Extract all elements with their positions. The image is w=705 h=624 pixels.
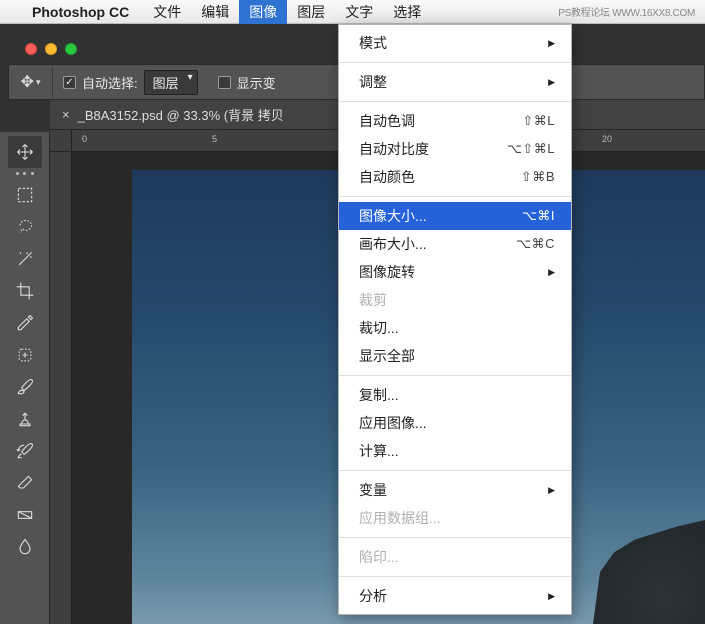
menu-separator	[339, 537, 571, 538]
menu-separator	[339, 62, 571, 63]
menu-item-label: 分析	[359, 586, 387, 606]
menu-item[interactable]: 复制...	[339, 381, 571, 409]
show-transform-checkbox[interactable]	[218, 76, 231, 89]
menu-item[interactable]: 模式	[339, 29, 571, 57]
menu-item[interactable]: 变量	[339, 476, 571, 504]
menu-separator	[339, 196, 571, 197]
menu-item-shortcut: ⇧⌘L	[522, 113, 555, 129]
healing-brush-tool[interactable]	[8, 339, 42, 371]
auto-select-dropdown[interactable]: 图层	[144, 70, 198, 95]
menu-separator	[339, 470, 571, 471]
menu-item: 陷印...	[339, 543, 571, 571]
document-tab-title[interactable]: _B8A3152.psd @ 33.3% (背景 拷贝	[78, 105, 284, 124]
menu-item[interactable]: 自动色调 ⇧⌘L	[339, 107, 571, 135]
menu-item[interactable]: 分析	[339, 582, 571, 610]
clone-stamp-tool[interactable]	[8, 403, 42, 435]
image-content	[565, 494, 705, 624]
menu-item[interactable]: 自动颜色 ⇧⌘B	[339, 163, 571, 191]
menu-item[interactable]: 图像旋转	[339, 258, 571, 286]
menu-item-label: 模式	[359, 33, 387, 53]
menu-item-label: 裁剪	[359, 290, 387, 310]
minimize-window-button[interactable]	[45, 43, 57, 55]
menu-separator	[339, 101, 571, 102]
menu-item-label: 图像旋转	[359, 262, 415, 282]
menu-item[interactable]: 画布大小... ⌥⌘C	[339, 230, 571, 258]
menu-file[interactable]: 文件	[143, 0, 191, 24]
history-brush-tool[interactable]	[8, 435, 42, 467]
menu-edit[interactable]: 编辑	[191, 0, 239, 24]
menu-separator	[339, 576, 571, 577]
show-transform-label: 显示变	[237, 73, 276, 92]
zoom-window-button[interactable]	[65, 43, 77, 55]
ruler-origin[interactable]	[50, 130, 72, 152]
menu-item-shortcut: ⌥⇧⌘L	[507, 141, 555, 157]
brush-tool[interactable]	[8, 371, 42, 403]
menu-item-label: 裁切...	[359, 318, 399, 338]
menu-separator	[339, 375, 571, 376]
crop-tool[interactable]	[8, 275, 42, 307]
menu-item[interactable]: 裁切...	[339, 314, 571, 342]
menu-item[interactable]: 计算...	[339, 437, 571, 465]
auto-select-group: ✓ 自动选择: 图层	[53, 70, 208, 95]
menu-item-shortcut: ⌥⌘C	[516, 236, 555, 252]
image-menu-dropdown: 模式调整自动色调 ⇧⌘L 自动对比度 ⌥⇧⌘L 自动颜色 ⇧⌘B 图像大小... ⌥⌘I 画布大…	[338, 24, 572, 615]
move-icon: ✥	[21, 72, 34, 92]
menu-item[interactable]: 应用图像...	[339, 409, 571, 437]
ruler-vertical[interactable]	[50, 152, 72, 624]
watermark-text: PS教程论坛 WWW.16XX8.COM	[558, 4, 695, 19]
menu-item-label: 陷印...	[359, 547, 399, 567]
lasso-tool[interactable]	[8, 211, 42, 243]
auto-select-label: 自动选择:	[82, 73, 138, 92]
menu-select[interactable]: 选择	[383, 0, 431, 24]
ruler-mark: 5	[212, 134, 217, 144]
ruler-mark: 20	[602, 134, 612, 144]
tab-close-icon[interactable]: ×	[62, 107, 70, 122]
show-transform-group: 显示变	[208, 73, 286, 92]
menu-item[interactable]: 自动对比度 ⌥⇧⌘L	[339, 135, 571, 163]
eraser-tool[interactable]	[8, 467, 42, 499]
menu-item-label: 复制...	[359, 385, 399, 405]
ruler-mark: 0	[82, 134, 87, 144]
menu-item[interactable]: 图像大小... ⌥⌘I	[339, 202, 571, 230]
auto-select-checkbox[interactable]: ✓	[63, 76, 76, 89]
menu-item: 应用数据组...	[339, 504, 571, 532]
tools-divider	[10, 168, 40, 179]
eyedropper-tool[interactable]	[8, 307, 42, 339]
move-tool[interactable]	[8, 136, 42, 168]
magic-wand-tool[interactable]	[8, 243, 42, 275]
menu-item-label: 应用图像...	[359, 413, 427, 433]
menu-item-shortcut: ⇧⌘B	[521, 169, 555, 185]
menu-item-label: 显示全部	[359, 346, 415, 366]
tools-panel	[0, 132, 50, 624]
current-tool-indicator[interactable]: ✥▾	[9, 67, 53, 97]
menu-image[interactable]: 图像	[239, 0, 287, 24]
menu-item-label: 计算...	[359, 441, 399, 461]
mac-menubar: Photoshop CC 文件 编辑 图像 图层 文字 选择 PS教程论坛 WW…	[0, 0, 705, 24]
menu-item-label: 调整	[359, 72, 387, 92]
menu-item-label: 自动色调	[359, 111, 415, 131]
menu-item-label: 自动对比度	[359, 139, 429, 159]
marquee-tool[interactable]	[8, 179, 42, 211]
menu-item: 裁剪	[339, 286, 571, 314]
menu-item-label: 自动颜色	[359, 167, 415, 187]
menu-item[interactable]: 显示全部	[339, 342, 571, 370]
close-window-button[interactable]	[25, 43, 37, 55]
menu-item-shortcut: ⌥⌘I	[522, 208, 555, 224]
blur-tool[interactable]	[8, 531, 42, 563]
menu-layer[interactable]: 图层	[287, 0, 335, 24]
menu-item-label: 画布大小...	[359, 234, 427, 254]
menu-item-label: 应用数据组...	[359, 508, 441, 528]
menu-item-label: 变量	[359, 480, 387, 500]
menu-type[interactable]: 文字	[335, 0, 383, 24]
gradient-tool[interactable]	[8, 499, 42, 531]
menu-item-label: 图像大小...	[359, 206, 427, 226]
app-name[interactable]: Photoshop CC	[24, 2, 137, 22]
menu-item[interactable]: 调整	[339, 68, 571, 96]
